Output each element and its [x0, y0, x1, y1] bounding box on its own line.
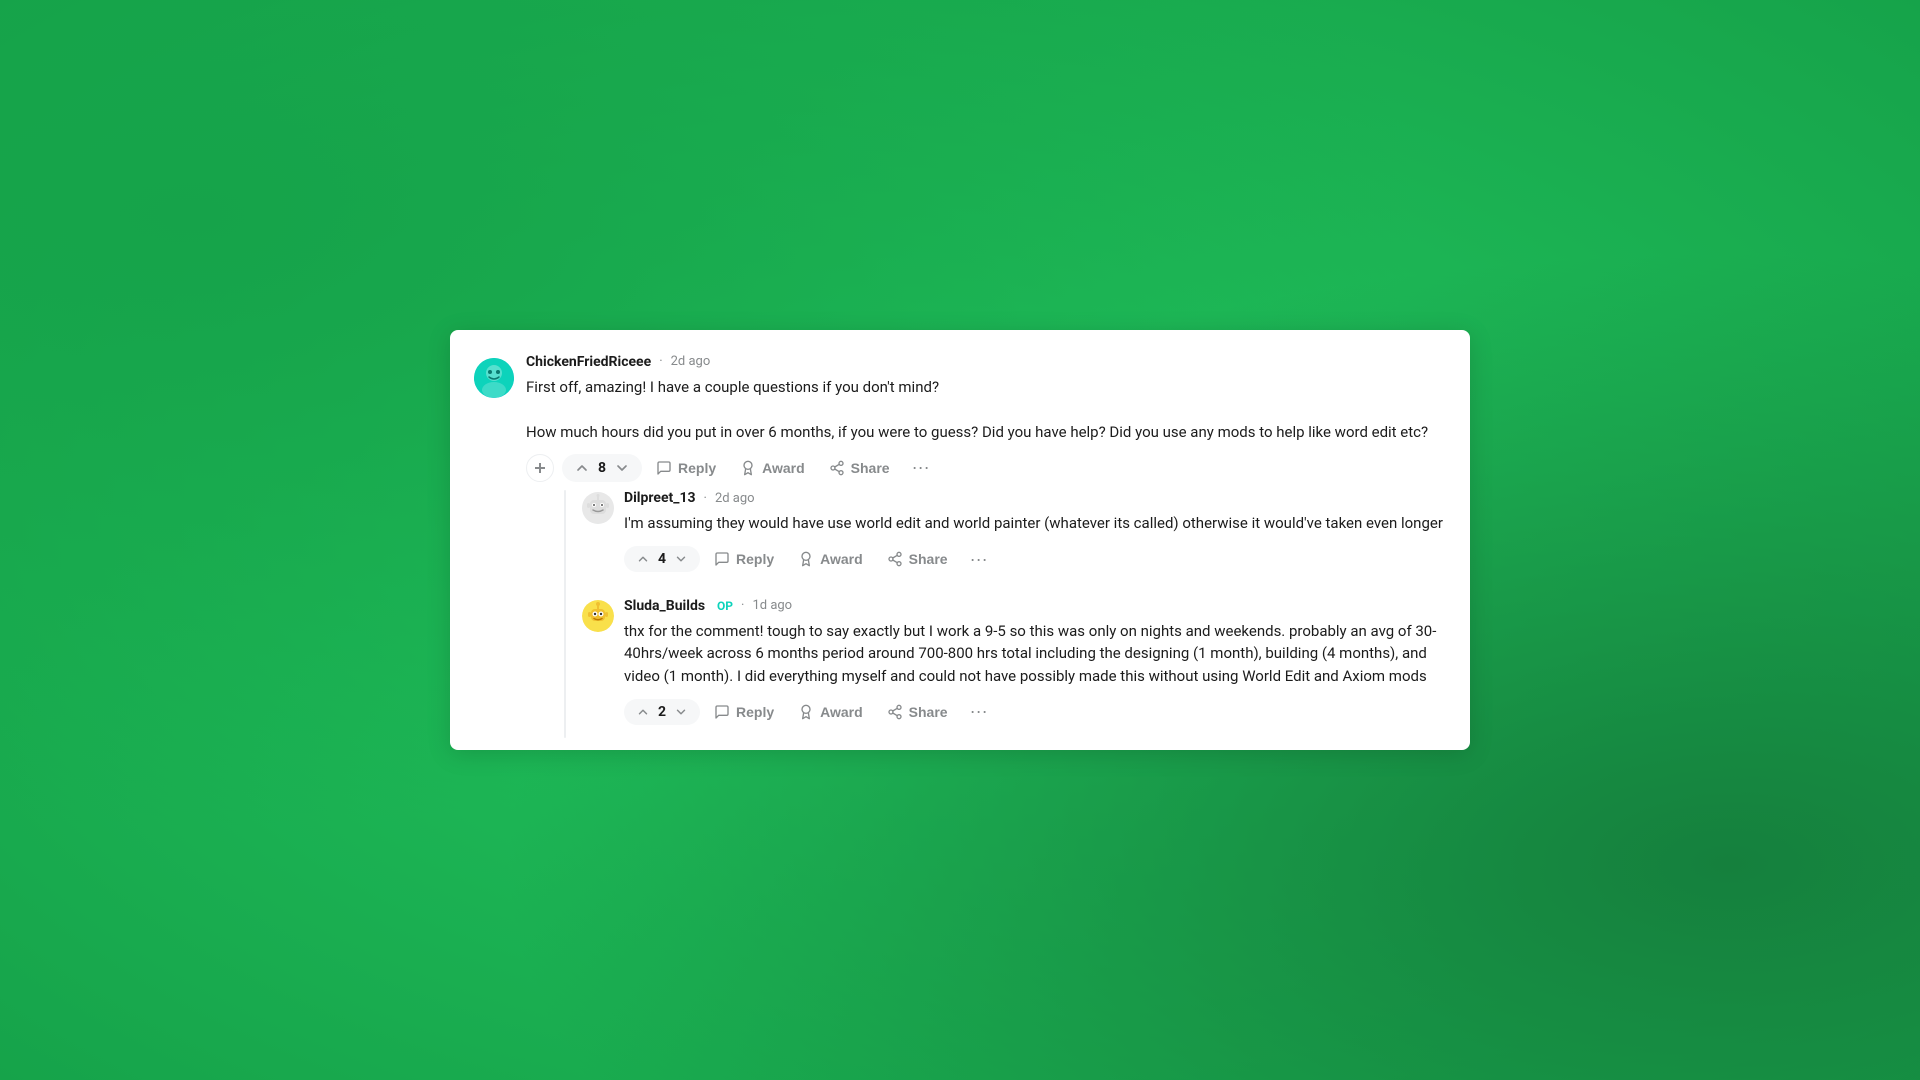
reply-2-timestamp: 1d ago: [752, 598, 792, 613]
downvote-button-top[interactable]: [612, 458, 632, 478]
vote-count-top: 8: [596, 460, 608, 476]
collapse-button[interactable]: [526, 454, 554, 482]
top-comment-body: ChickenFriedRiceee · 2d ago First off, a…: [526, 354, 1446, 739]
award-button-reply-1[interactable]: Award: [788, 545, 873, 573]
reply-1-text: I'm assuming they would have use world e…: [624, 512, 1446, 535]
reply-button-reply-1[interactable]: Reply: [704, 545, 784, 573]
vote-group-reply-2: 2: [624, 699, 700, 725]
avatar-dilpreet: [582, 492, 614, 524]
nested-comments: Dilpreet_13 · 2d ago I'm assuming they w…: [582, 490, 1446, 738]
top-comment-timestamp: 2d ago: [671, 354, 711, 369]
share-button-reply-1[interactable]: Share: [877, 545, 958, 573]
more-button-reply-1[interactable]: ···: [962, 545, 996, 574]
vote-count-reply-2: 2: [656, 704, 668, 720]
more-button-top[interactable]: ···: [904, 453, 938, 482]
reply-label-reply-2: Reply: [736, 704, 774, 720]
award-button-reply-2[interactable]: Award: [788, 698, 873, 726]
award-button-top[interactable]: Award: [730, 454, 815, 482]
op-badge: OP: [717, 599, 733, 613]
vote-count-reply-1: 4: [656, 551, 668, 567]
award-label-reply-2: Award: [820, 704, 863, 720]
top-comment-header: ChickenFriedRiceee · 2d ago: [526, 354, 1446, 370]
reply-1-action-bar: 4: [624, 545, 1446, 574]
comment-panel: ChickenFriedRiceee · 2d ago First off, a…: [450, 330, 1470, 751]
reply-label-top: Reply: [678, 460, 716, 476]
top-comment: ChickenFriedRiceee · 2d ago First off, a…: [474, 354, 1446, 739]
reply-2: Sluda_Builds OP · 1d ago thx for the com…: [582, 598, 1446, 735]
award-label-top: Award: [762, 460, 805, 476]
reply-2-header: Sluda_Builds OP · 1d ago: [624, 598, 1446, 614]
thread-container: Dilpreet_13 · 2d ago I'm assuming they w…: [546, 490, 1446, 738]
reply-1-header: Dilpreet_13 · 2d ago: [624, 490, 1446, 506]
reply-button-reply-2[interactable]: Reply: [704, 698, 784, 726]
share-label-top: Share: [851, 460, 890, 476]
reply-label-reply-1: Reply: [736, 551, 774, 567]
upvote-button-reply-2[interactable]: [634, 703, 652, 721]
reply-2-text: thx for the comment! tough to say exactl…: [624, 620, 1446, 688]
upvote-button-top[interactable]: [572, 458, 592, 478]
reply-1: Dilpreet_13 · 2d ago I'm assuming they w…: [582, 490, 1446, 582]
avatar-chicken: [474, 358, 514, 398]
reply-1-username[interactable]: Dilpreet_13: [624, 490, 696, 506]
reply-1-timestamp: 2d ago: [715, 491, 755, 506]
reply-button-top[interactable]: Reply: [646, 454, 726, 482]
thread-line: [564, 490, 566, 738]
share-label-reply-1: Share: [909, 551, 948, 567]
reply-2-username[interactable]: Sluda_Builds: [624, 598, 705, 614]
top-comment-text: First off, amazing! I have a couple ques…: [526, 376, 1446, 444]
reply-2-body: Sluda_Builds OP · 1d ago thx for the com…: [624, 598, 1446, 735]
share-label-reply-2: Share: [909, 704, 948, 720]
award-label-reply-1: Award: [820, 551, 863, 567]
vote-group-reply-1: 4: [624, 546, 700, 572]
downvote-button-reply-2[interactable]: [672, 703, 690, 721]
share-button-top[interactable]: Share: [819, 454, 900, 482]
more-button-reply-2[interactable]: ···: [962, 697, 996, 726]
share-button-reply-2[interactable]: Share: [877, 698, 958, 726]
upvote-button-reply-1[interactable]: [634, 550, 652, 568]
reply-1-body: Dilpreet_13 · 2d ago I'm assuming they w…: [624, 490, 1446, 582]
avatar-sluda: [582, 600, 614, 632]
vote-group-top: 8: [562, 454, 642, 482]
downvote-button-reply-1[interactable]: [672, 550, 690, 568]
reply-2-action-bar: 2: [624, 697, 1446, 726]
top-comment-action-bar: 8 Reply: [526, 453, 1446, 482]
top-comment-username[interactable]: ChickenFriedRiceee: [526, 354, 651, 370]
